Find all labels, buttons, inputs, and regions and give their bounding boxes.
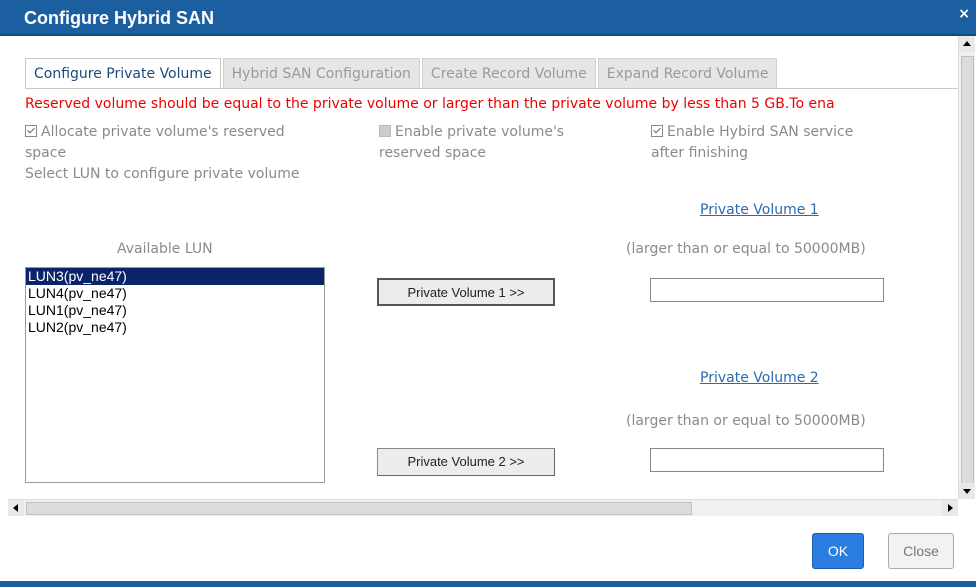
chevron-down-icon [963,489,971,494]
list-item-lun3[interactable]: LUN3(pv_ne47) [26,268,324,285]
private-volume-1-button[interactable]: Private Volume 1 >> [377,278,555,306]
tab-configure-private-volume[interactable]: Configure Private Volume [25,58,221,88]
tab-bar: Configure Private Volume Hybrid SAN Conf… [25,58,779,88]
list-item-lun4[interactable]: LUN4(pv_ne47) [26,285,324,302]
enable-reserved-label-2: reserved space [379,145,487,161]
tab-create-record-volume[interactable]: Create Record Volume [421,58,596,88]
select-lun-label: Select LUN to configure private volume [25,166,300,182]
dialog-content: Configure Private Volume Hybrid SAN Conf… [8,36,958,491]
chevron-right-icon [948,504,953,512]
configure-hybrid-san-dialog: Configure Hybrid SAN × Configure Private… [0,0,976,587]
enable-hybrid-label: Enable Hybird SAN service [667,124,854,140]
vertical-scroll-thumb[interactable] [961,56,974,485]
bottom-border [0,581,976,587]
allocate-reserved-checkbox[interactable] [25,125,37,137]
scroll-left-button[interactable] [8,500,24,516]
scroll-down-button[interactable] [959,483,975,499]
ok-button[interactable]: OK [812,533,864,569]
available-lun-label: Available LUN [117,241,213,257]
list-item-lun1[interactable]: LUN1(pv_ne47) [26,302,324,319]
private-volume-2-note: (larger than or equal to 50000MB) [626,413,866,429]
private-volume-2-link[interactable]: Private Volume 2 [700,370,819,386]
private-volume-2-button[interactable]: Private Volume 2 >> [377,448,555,476]
allocate-reserved-label-2: space [25,145,67,161]
private-volume-1-input[interactable] [650,278,884,302]
private-volume-1-link[interactable]: Private Volume 1 [700,202,819,218]
list-item-lun2[interactable]: LUN2(pv_ne47) [26,319,324,336]
close-icon[interactable]: × [958,6,970,22]
private-volume-2-input[interactable] [650,448,884,472]
dialog-footer: OK Close [0,517,976,587]
scroll-up-button[interactable] [959,36,975,52]
enable-reserved-option: Enable private volume's reserved space [379,122,564,164]
title-bar: Configure Hybrid SAN × [0,0,976,36]
horizontal-scrollbar[interactable] [8,499,958,516]
tab-expand-record-volume[interactable]: Expand Record Volume [597,58,778,88]
scroll-right-button[interactable] [942,500,958,516]
enable-reserved-label: Enable private volume's [395,124,565,140]
enable-hybrid-option[interactable]: Enable Hybird SAN service after finishin… [651,122,853,164]
close-button[interactable]: Close [888,533,954,569]
vertical-scrollbar[interactable] [958,36,975,499]
allocate-reserved-label: Allocate private volume's reserved [41,124,285,140]
tab-hybrid-san-configuration[interactable]: Hybrid SAN Configuration [222,58,420,88]
chevron-left-icon [13,504,18,512]
private-volume-1-note: (larger than or equal to 50000MB) [626,241,866,257]
enable-hybrid-checkbox[interactable] [651,125,663,137]
horizontal-scroll-thumb[interactable] [26,502,692,515]
warning-message: Reserved volume should be equal to the p… [25,96,835,112]
allocate-reserved-option[interactable]: Allocate private volume's reserved space [25,122,285,164]
dialog-title: Configure Hybrid SAN [24,8,215,28]
enable-reserved-checkbox [379,125,391,137]
available-lun-list[interactable]: LUN3(pv_ne47) LUN4(pv_ne47) LUN1(pv_ne47… [25,267,325,483]
chevron-up-icon [963,41,971,46]
enable-hybrid-label-2: after finishing [651,145,748,161]
tab-divider [25,88,958,89]
